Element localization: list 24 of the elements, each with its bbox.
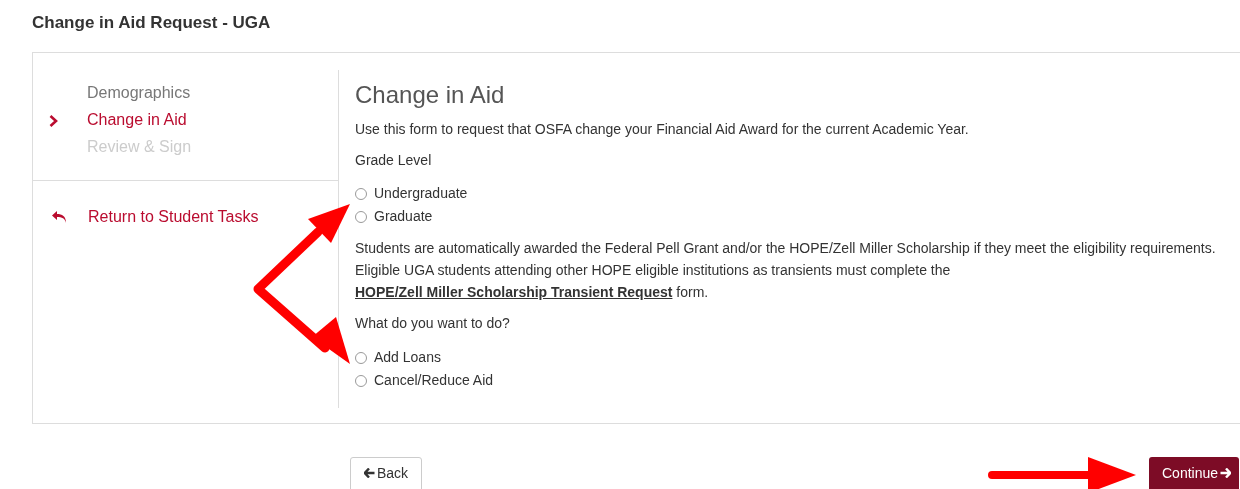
field-label: What do you want to do?	[355, 314, 511, 333]
form-intro: Use this form to request that OSFA change your Financial Aid Award for the current Academic Year.	[355, 120, 970, 139]
radio-button[interactable]	[355, 351, 367, 364]
arrow-right-icon	[1220, 468, 1232, 478]
radio-label: Graduate	[374, 207, 433, 226]
eligibility-notice: Students are automatically awarded the Federal Pell Grant and/or the HOPE/Zell Miller Scholarship if they meet the eligibility requirements. Eligible UGA students attending other HOPE eligible institutions as transients must complete the HOPE/Zell Miller Scholarship Transient Request form.	[355, 239, 1217, 302]
return-link[interactable]: Return to Student Tasks	[88, 205, 259, 229]
radio-button[interactable]	[355, 187, 367, 200]
form-heading: Change in Aid	[355, 80, 506, 110]
transient-request-link[interactable]: HOPE/Zell Miller Scholarship Transient Request	[355, 284, 673, 300]
page-title: Change in Aid Request - UGA	[32, 12, 271, 34]
return-arrow-icon	[51, 210, 68, 224]
radio-label: Undergraduate	[374, 184, 468, 203]
radio-label: Cancel/Reduce Aid	[374, 371, 494, 390]
chevron-right-icon	[49, 115, 58, 127]
back-button[interactable]: Back	[350, 457, 423, 489]
arrow-left-icon	[364, 468, 375, 478]
step-label: Demographics	[87, 83, 191, 103]
field-label: Grade Level	[355, 151, 433, 170]
continue-button[interactable]: Continue	[1149, 457, 1240, 489]
radio-button[interactable]	[355, 374, 367, 387]
radio-button[interactable]	[355, 210, 367, 223]
step-label: Change in Aid	[87, 110, 187, 130]
radio-label: Add Loans	[374, 348, 441, 367]
